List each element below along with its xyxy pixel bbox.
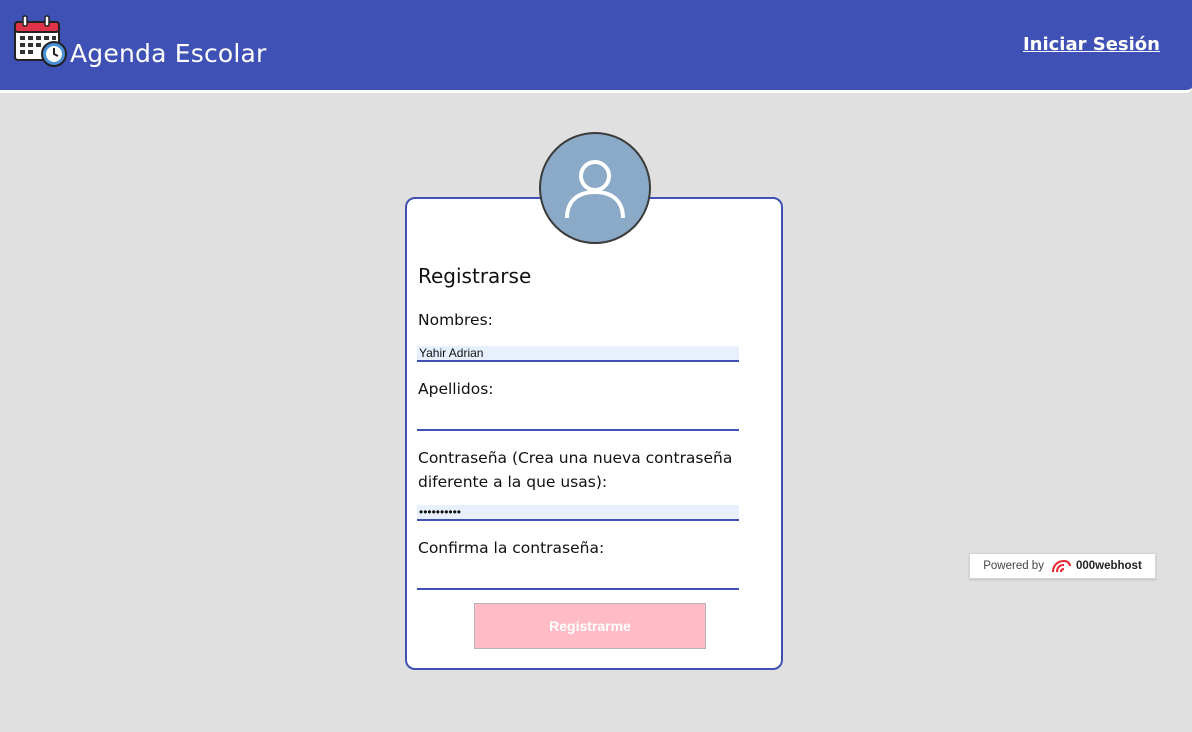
- brand[interactable]: Agenda Escolar: [14, 14, 267, 70]
- first-name-label: Nombres:: [418, 311, 493, 329]
- confirm-password-input[interactable]: [417, 574, 739, 590]
- first-name-input[interactable]: [417, 346, 739, 362]
- top-header: Agenda Escolar Iniciar Sesión: [0, 0, 1192, 93]
- form-title: Registrarse: [418, 264, 532, 288]
- calendar-clock-icon: [14, 15, 67, 67]
- register-button[interactable]: Registrarme: [474, 603, 706, 649]
- app-title: Agenda Escolar: [70, 39, 267, 68]
- password-label: Contraseña (Crea una nueva contraseña di…: [418, 449, 733, 491]
- last-name-input[interactable]: [417, 415, 739, 431]
- webhost-brand: 000webhost: [1075, 560, 1142, 572]
- last-name-label: Apellidos:: [418, 380, 494, 398]
- login-link[interactable]: Iniciar Sesión: [1023, 34, 1160, 55]
- 000webhost-logo-icon: [1051, 560, 1071, 573]
- user-icon: [565, 160, 625, 219]
- password-input[interactable]: [417, 505, 739, 521]
- avatar: [539, 132, 651, 244]
- powered-by-text: Powered by: [983, 560, 1044, 572]
- powered-by-badge[interactable]: Powered by 000webhost: [969, 553, 1156, 579]
- confirm-password-label: Confirma la contraseña:: [418, 539, 605, 557]
